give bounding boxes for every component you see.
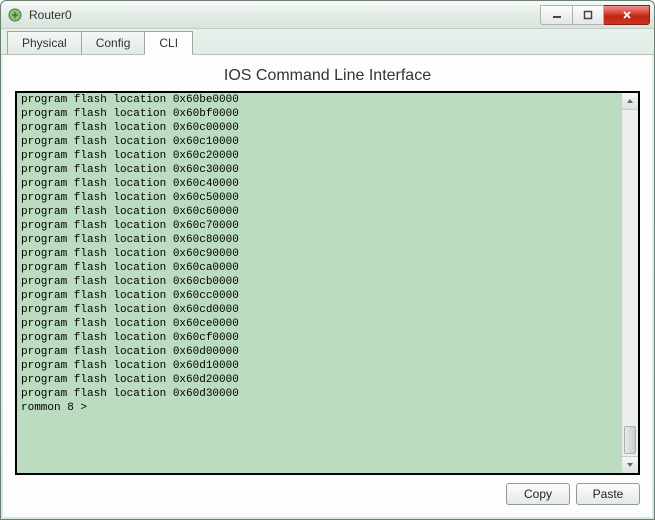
terminal-line: program flash location 0x60c80000 bbox=[21, 233, 617, 247]
titlebar[interactable]: Router0 bbox=[1, 1, 654, 29]
window-controls bbox=[540, 5, 650, 25]
terminal-line: rommon 8 > bbox=[21, 401, 617, 415]
scroll-up-button[interactable] bbox=[622, 93, 638, 110]
terminal-line: program flash location 0x60d20000 bbox=[21, 373, 617, 387]
router-icon bbox=[7, 7, 23, 23]
terminal-line: program flash location 0x60cf0000 bbox=[21, 331, 617, 345]
minimize-button[interactable] bbox=[540, 5, 572, 25]
terminal-line: program flash location 0x60ce0000 bbox=[21, 317, 617, 331]
cli-panel: IOS Command Line Interface program flash… bbox=[3, 55, 652, 517]
close-button[interactable] bbox=[604, 5, 650, 25]
tab-config[interactable]: Config bbox=[81, 31, 145, 54]
terminal-line: program flash location 0x60c50000 bbox=[21, 191, 617, 205]
tabbar: Physical Config CLI bbox=[1, 29, 654, 55]
maximize-button[interactable] bbox=[572, 5, 604, 25]
terminal-line: program flash location 0x60c30000 bbox=[21, 163, 617, 177]
terminal-line: program flash location 0x60cb0000 bbox=[21, 275, 617, 289]
terminal-output[interactable]: program flash location 0x60be0000program… bbox=[17, 93, 621, 473]
scrollbar-track[interactable] bbox=[622, 110, 638, 456]
terminal-line: program flash location 0x60c60000 bbox=[21, 205, 617, 219]
button-row: Copy Paste bbox=[15, 475, 640, 505]
scrollbar-thumb[interactable] bbox=[624, 426, 636, 454]
scrollbar[interactable] bbox=[621, 93, 638, 473]
terminal-line: program flash location 0x60c70000 bbox=[21, 219, 617, 233]
paste-button[interactable]: Paste bbox=[576, 483, 640, 505]
tab-physical[interactable]: Physical bbox=[7, 31, 81, 54]
terminal-line: program flash location 0x60bf0000 bbox=[21, 107, 617, 121]
panel-title: IOS Command Line Interface bbox=[15, 67, 640, 85]
terminal-line: program flash location 0x60cd0000 bbox=[21, 303, 617, 317]
terminal-line: program flash location 0x60be0000 bbox=[21, 93, 617, 107]
terminal-line: program flash location 0x60c40000 bbox=[21, 177, 617, 191]
terminal-line: program flash location 0x60d10000 bbox=[21, 359, 617, 373]
copy-button[interactable]: Copy bbox=[506, 483, 570, 505]
terminal-line: program flash location 0x60c10000 bbox=[21, 135, 617, 149]
terminal-line: program flash location 0x60d00000 bbox=[21, 345, 617, 359]
app-window: Router0 Physical Config CLI IOS Command … bbox=[0, 0, 655, 520]
terminal-line: program flash location 0x60c00000 bbox=[21, 121, 617, 135]
terminal-line: program flash location 0x60ca0000 bbox=[21, 261, 617, 275]
terminal-line: program flash location 0x60d30000 bbox=[21, 387, 617, 401]
terminal-line: program flash location 0x60cc0000 bbox=[21, 289, 617, 303]
terminal-line: program flash location 0x60c90000 bbox=[21, 247, 617, 261]
terminal-container: program flash location 0x60be0000program… bbox=[15, 91, 640, 475]
window-title: Router0 bbox=[29, 8, 72, 22]
scroll-down-button[interactable] bbox=[622, 456, 638, 473]
tab-cli[interactable]: CLI bbox=[144, 31, 193, 55]
terminal-line: program flash location 0x60c20000 bbox=[21, 149, 617, 163]
